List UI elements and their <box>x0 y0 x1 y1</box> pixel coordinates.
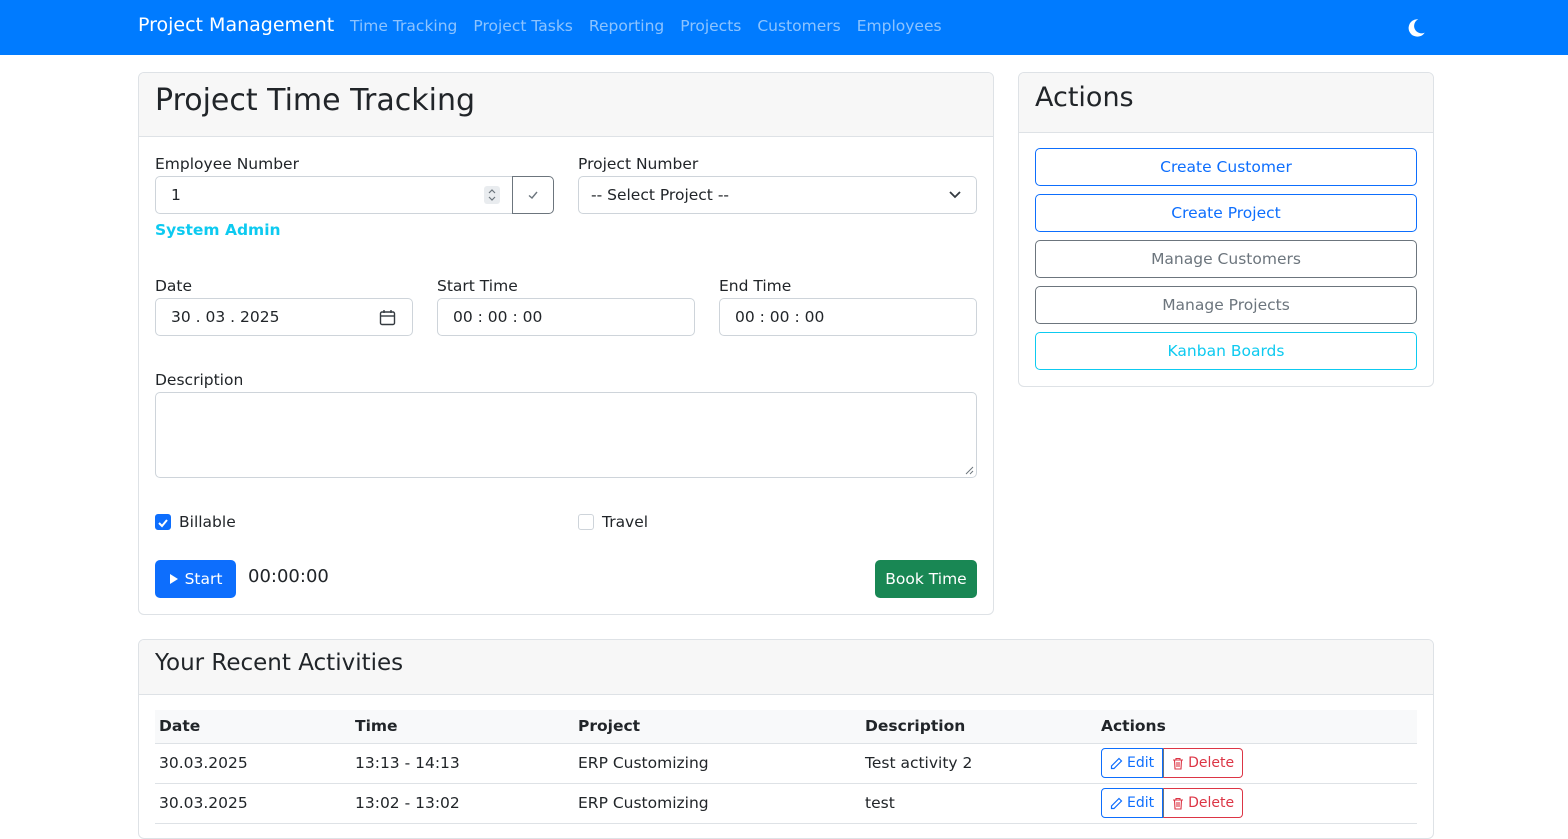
row-action-buttons: Edit Delete <box>1101 788 1244 818</box>
manage-projects-button[interactable]: Manage Projects <box>1035 286 1417 324</box>
edit-label: Edit <box>1127 755 1155 771</box>
cell-actions: Edit Delete <box>1097 743 1417 784</box>
start-button-label: Start <box>184 570 223 588</box>
cell-date: 30.03.2025 <box>155 743 351 784</box>
manage-customers-button[interactable]: Manage Customers <box>1035 240 1417 278</box>
recent-activities-card: Your Recent Activities Date Time Project… <box>138 639 1434 839</box>
cell-description: test <box>861 783 1097 824</box>
pencil-icon <box>1110 757 1123 769</box>
table-row: 30.03.2025 13:13 - 14:13 ERP Customizing… <box>155 743 1417 784</box>
end-time-value: 00 : 00 : 00 <box>735 308 825 326</box>
cell-project: ERP Customizing <box>574 743 861 784</box>
nav-link-employees[interactable]: Employees <box>857 17 942 35</box>
cell-time: 13:02 - 13:02 <box>351 783 574 824</box>
table-header-row: Date Time Project Description Actions <box>155 710 1417 744</box>
create-project-button[interactable]: Create Project <box>1035 194 1417 232</box>
recent-activities-title: Your Recent Activities <box>155 650 404 676</box>
project-select-value: -- Select Project -- <box>591 186 730 204</box>
navbar-brand[interactable]: Project Management <box>138 14 334 36</box>
start-time-value: 00 : 00 : 00 <box>453 308 543 326</box>
create-customer-button[interactable]: Create Customer <box>1035 148 1417 186</box>
nav-link-project-tasks[interactable]: Project Tasks <box>473 17 573 35</box>
project-select[interactable]: -- Select Project -- <box>578 176 977 214</box>
delete-button[interactable]: Delete <box>1163 788 1244 818</box>
nav-links: Time Tracking Project Tasks Reporting Pr… <box>350 17 942 35</box>
employee-name: System Admin <box>155 221 281 239</box>
date-input[interactable]: 30 . 03 . 2025 <box>155 298 413 336</box>
column-header-date: Date <box>155 710 351 744</box>
start-timer-button[interactable]: Start <box>155 560 236 598</box>
column-header-time: Time <box>351 710 574 744</box>
kanban-boards-button[interactable]: Kanban Boards <box>1035 332 1417 370</box>
end-time-input[interactable]: 00 : 00 : 00 <box>719 298 977 336</box>
number-spinner-icon[interactable] <box>484 186 500 204</box>
book-time-button[interactable]: Book Time <box>875 560 977 598</box>
date-label: Date <box>155 277 193 295</box>
time-tracking-card: Project Time Tracking Employee Number 1 … <box>138 72 994 615</box>
end-time-label: End Time <box>719 277 792 295</box>
start-time-input[interactable]: 00 : 00 : 00 <box>437 298 695 336</box>
check-icon <box>528 191 538 199</box>
cell-time: 13:13 - 14:13 <box>351 743 574 784</box>
cell-date: 30.03.2025 <box>155 783 351 824</box>
employee-number-label: Employee Number <box>155 155 299 173</box>
recent-activities-header: Your Recent Activities <box>139 640 1433 695</box>
pencil-icon <box>1110 797 1123 809</box>
employee-number-value: 1 <box>171 186 181 204</box>
moon-icon[interactable] <box>1402 14 1430 42</box>
travel-checkbox[interactable] <box>578 514 594 530</box>
play-icon <box>169 574 178 584</box>
cell-description: Test activity 2 <box>861 743 1097 784</box>
start-time-label: Start Time <box>437 277 518 295</box>
delete-button[interactable]: Delete <box>1163 748 1244 778</box>
actions-card: Actions Create Customer Create Project M… <box>1018 72 1434 387</box>
chevron-down-icon <box>949 191 961 199</box>
description-textarea[interactable] <box>155 392 977 478</box>
timer-display: 00:00:00 <box>248 566 329 587</box>
actions-header: Actions <box>1019 73 1433 133</box>
cell-project: ERP Customizing <box>574 783 861 824</box>
recent-activities-table: Date Time Project Description Actions 30… <box>155 710 1417 824</box>
verify-employee-button[interactable] <box>512 176 554 214</box>
trash-icon <box>1173 757 1184 770</box>
edit-button[interactable]: Edit <box>1101 788 1164 818</box>
nav-link-reporting[interactable]: Reporting <box>589 17 664 35</box>
delete-label: Delete <box>1188 755 1235 771</box>
row-action-buttons: Edit Delete <box>1101 748 1244 778</box>
calendar-icon[interactable] <box>379 309 396 326</box>
nav-link-customers[interactable]: Customers <box>757 17 840 35</box>
actions-title: Actions <box>1035 82 1134 113</box>
column-header-actions: Actions <box>1097 710 1417 744</box>
column-header-project: Project <box>574 710 861 744</box>
table-row: 30.03.2025 13:02 - 13:02 ERP Customizing… <box>155 783 1417 824</box>
employee-number-input[interactable]: 1 <box>155 176 513 214</box>
travel-label: Travel <box>602 513 649 531</box>
billable-checkbox[interactable] <box>155 514 171 530</box>
resize-handle-icon[interactable] <box>965 466 974 475</box>
column-header-description: Description <box>861 710 1097 744</box>
nav-link-projects[interactable]: Projects <box>680 17 741 35</box>
trash-icon <box>1173 797 1184 810</box>
nav-link-time-tracking[interactable]: Time Tracking <box>350 17 457 35</box>
description-label: Description <box>155 371 244 389</box>
project-number-label: Project Number <box>578 155 699 173</box>
date-value: 30 . 03 . 2025 <box>171 308 280 326</box>
edit-button[interactable]: Edit <box>1101 748 1164 778</box>
top-navbar: Project Management Time Tracking Project… <box>0 0 1568 55</box>
checkmark-icon <box>158 519 168 528</box>
billable-label: Billable <box>179 513 236 531</box>
cell-actions: Edit Delete <box>1097 783 1417 824</box>
page-title: Project Time Tracking <box>155 83 476 118</box>
time-tracking-header: Project Time Tracking <box>139 73 993 137</box>
